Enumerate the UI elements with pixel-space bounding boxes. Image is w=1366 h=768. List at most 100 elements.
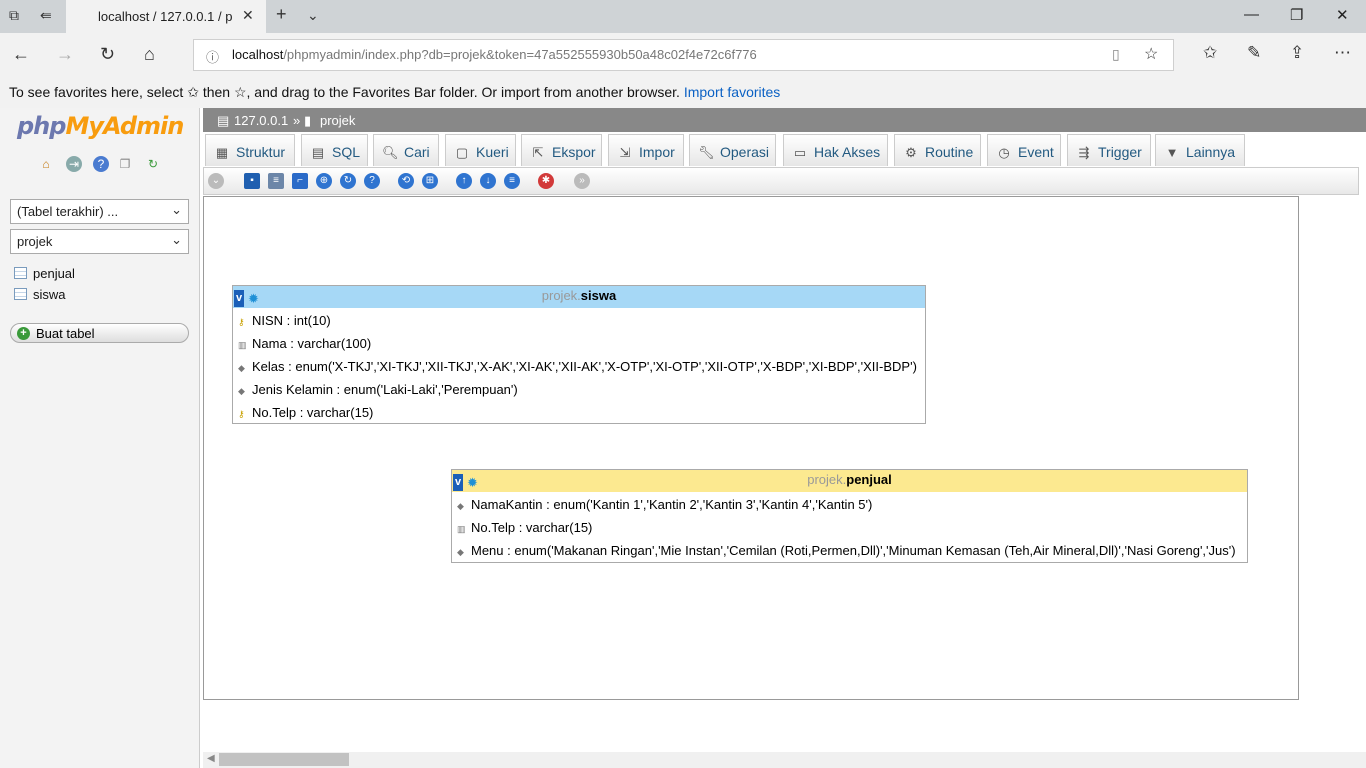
scroll-left-icon[interactable]: ◀ xyxy=(207,753,215,764)
more-icon[interactable]: ⋯ xyxy=(1334,43,1351,63)
load-page-icon[interactable]: ≡ xyxy=(268,173,284,189)
tab-hak-akses[interactable]: ▭ Hak Akses xyxy=(783,134,888,166)
toggle-menu-icon[interactable]: ⌄ xyxy=(208,173,224,189)
database-icon: ▮ xyxy=(304,113,312,128)
import-favorites-link[interactable]: Import favorites xyxy=(684,84,780,100)
breadcrumb-database[interactable]: projek xyxy=(320,113,355,128)
refresh-icon[interactable]: ↻ xyxy=(100,44,115,65)
tab-cari[interactable]: 🔍︎ Cari xyxy=(373,134,439,166)
relation-icon[interactable]: ⌐ xyxy=(292,173,308,189)
minimize-icon[interactable]: — xyxy=(1244,6,1259,23)
angular-links-icon[interactable]: ⟲ xyxy=(398,173,414,189)
phpmyadmin-logo[interactable]: phpMyAdmin xyxy=(17,112,184,140)
create-relation-icon[interactable]: ⊕ xyxy=(316,173,332,189)
chevron-down-icon: ⌄ xyxy=(171,202,182,217)
tab-kueri[interactable]: ▢ Kueri xyxy=(445,134,516,166)
close-tab-icon[interactable]: ✕ xyxy=(242,7,254,24)
designer-toolbar: ⌄ ▪ ≡ ⌐ ⊕ ↻ ? ⟲ ⊞ ↑ ↓ ≡ ✱ » xyxy=(203,167,1359,195)
tab-ekspor[interactable]: ⇱ Ekspor xyxy=(521,134,602,166)
tab-operasi[interactable]: 🔧︎ Operasi xyxy=(689,134,776,166)
home-icon[interactable]: ⌂ xyxy=(38,156,54,172)
help-icon[interactable]: ? xyxy=(364,173,380,189)
share-icon[interactable]: ⇪ xyxy=(1290,43,1304,63)
reload-icon[interactable]: ↻ xyxy=(145,156,161,172)
toggle-relation-lines-icon[interactable]: ≡ xyxy=(504,173,520,189)
toggle-columns-icon[interactable]: v xyxy=(234,290,244,307)
column-row[interactable]: ⚷ No.Telp : varchar(15) xyxy=(233,400,925,423)
favorite-star-icon[interactable]: ☆ xyxy=(1144,44,1158,64)
tab-sql[interactable]: ▤ SQL xyxy=(301,134,368,166)
search-icon: 🔍︎ xyxy=(382,145,399,160)
new-tab-icon[interactable]: + xyxy=(276,4,287,25)
close-window-icon[interactable]: ✕ xyxy=(1336,6,1349,24)
browser-title-bar: ⧉ ⇚ localhost / 127.0.0.1 / p ✕ + ⌄ — ❐ … xyxy=(0,0,1366,33)
restore-icon[interactable]: ❐ xyxy=(1290,6,1303,24)
designer-table-header[interactable]: v ✹ projek.siswa xyxy=(233,286,925,308)
caret-down-icon: ▼ xyxy=(1165,145,1179,160)
expand-icon[interactable]: ↑ xyxy=(456,173,472,189)
column-row[interactable]: ◆ Kelas : enum('X-TKJ','XI-TKJ','XII-TKJ'… xyxy=(233,354,925,377)
designer-table-name: siswa xyxy=(580,288,617,303)
horizontal-scrollbar[interactable]: ◀ xyxy=(203,752,1366,768)
save-icon[interactable]: ▪ xyxy=(244,173,260,189)
column-row[interactable]: ▥ Nama : varchar(100) xyxy=(233,331,925,354)
sql-icon: ▤ xyxy=(311,145,325,160)
table-link-penjual[interactable]: penjual xyxy=(14,266,75,281)
tab-manager-icon[interactable]: ⧉ xyxy=(9,7,19,24)
designer-table-penjual[interactable]: v ✹ projek.penjual ◆ NamaKantin : enum('K… xyxy=(451,469,1248,563)
tab-preview-chevron-icon[interactable]: ⌄ xyxy=(307,7,319,24)
column-row[interactable]: ◆ NamaKantin : enum('Kantin 1','Kantin 2'… xyxy=(452,492,1247,515)
recent-tables-select[interactable]: (Tabel terakhir) ... ⌄ xyxy=(10,199,189,224)
table-icon xyxy=(14,267,27,279)
create-table-button[interactable]: + Buat tabel xyxy=(10,323,189,343)
tab-title: localhost / 127.0.0.1 / p xyxy=(98,9,233,24)
designer-table-header[interactable]: v ✹ projek.penjual xyxy=(452,470,1247,492)
home-icon[interactable]: ⌂ xyxy=(144,44,155,65)
tab-impor[interactable]: ⇲ Impor xyxy=(608,134,684,166)
export-schema-icon[interactable]: ✱ xyxy=(538,173,554,189)
toggle-columns-icon[interactable]: v xyxy=(453,474,463,491)
forward-icon[interactable]: → xyxy=(56,44,74,65)
collapse-icon[interactable]: ↓ xyxy=(480,173,496,189)
address-bar[interactable]: ⓘ localhost/phpmyadmin/index.php?db=proj… xyxy=(193,39,1174,71)
logout-icon[interactable]: ⇥ xyxy=(66,156,82,172)
snap-grid-icon[interactable]: ⊞ xyxy=(422,173,438,189)
column-row[interactable]: ▥ No.Telp : varchar(15) xyxy=(452,515,1247,538)
refresh-icon[interactable]: ↻ xyxy=(340,173,356,189)
browser-tab[interactable]: localhost / 127.0.0.1 / p ✕ xyxy=(66,0,266,33)
scrollbar-thumb[interactable] xyxy=(219,753,349,766)
url-text[interactable]: localhost/phpmyadmin/index.php?db=projek… xyxy=(232,47,757,62)
table-options-icon[interactable]: ✹ xyxy=(248,289,259,309)
tab-event[interactable]: ◷ Event xyxy=(987,134,1061,166)
tab-lainnya[interactable]: ▼ Lainnya xyxy=(1155,134,1245,166)
set-tabs-aside-icon[interactable]: ⇚ xyxy=(40,7,52,24)
favorites-hub-icon[interactable]: ✩ xyxy=(1203,43,1217,63)
designer-canvas[interactable]: v ✹ projek.siswa ⚷ NISN : int(10) ▥ Nama :… xyxy=(203,196,1299,700)
tab-trigger[interactable]: ⇶ Trigger xyxy=(1067,134,1151,166)
help-icon[interactable]: ? xyxy=(93,156,109,172)
column-row[interactable]: ◆ Jenis Kelamin : enum('Laki-Laki','Perem… xyxy=(233,377,925,400)
structure-icon: ▦ xyxy=(215,145,229,160)
tab-struktur[interactable]: ▦ Struktur xyxy=(205,134,295,166)
reading-view-icon[interactable]: ▯ xyxy=(1112,46,1120,63)
column-row[interactable]: ⚷ NISN : int(10) xyxy=(233,308,925,331)
info-icon[interactable]: ⓘ xyxy=(206,47,219,66)
designer-table-name: penjual xyxy=(846,472,892,487)
designer-table-siswa[interactable]: v ✹ projek.siswa ⚷ NISN : int(10) ▥ Nama :… xyxy=(232,285,926,424)
move-menu-icon[interactable]: » xyxy=(574,173,590,189)
table-link-siswa[interactable]: siswa xyxy=(14,287,66,302)
column-row[interactable]: ◆ Menu : enum('Makanan Ringan','Mie Insta… xyxy=(452,538,1247,561)
database-select[interactable]: projek ⌄ xyxy=(10,229,189,254)
privileges-icon: ▭ xyxy=(793,145,807,160)
enum-icon: ◆ xyxy=(238,386,245,396)
tab-routine[interactable]: ⚙︎ Routine xyxy=(894,134,981,166)
docs-icon[interactable]: ❐ xyxy=(117,156,133,172)
chevron-down-icon: ⌄ xyxy=(171,232,182,247)
breadcrumb-server[interactable]: 127.0.0.1 xyxy=(234,113,288,128)
query-icon: ▢ xyxy=(455,145,469,160)
back-icon[interactable]: ← xyxy=(12,44,30,65)
enum-icon: ◆ xyxy=(238,363,245,373)
wrench-icon: 🔧︎ xyxy=(698,145,715,160)
table-options-icon[interactable]: ✹ xyxy=(467,473,478,493)
web-note-icon[interactable]: ✎ xyxy=(1247,43,1261,63)
